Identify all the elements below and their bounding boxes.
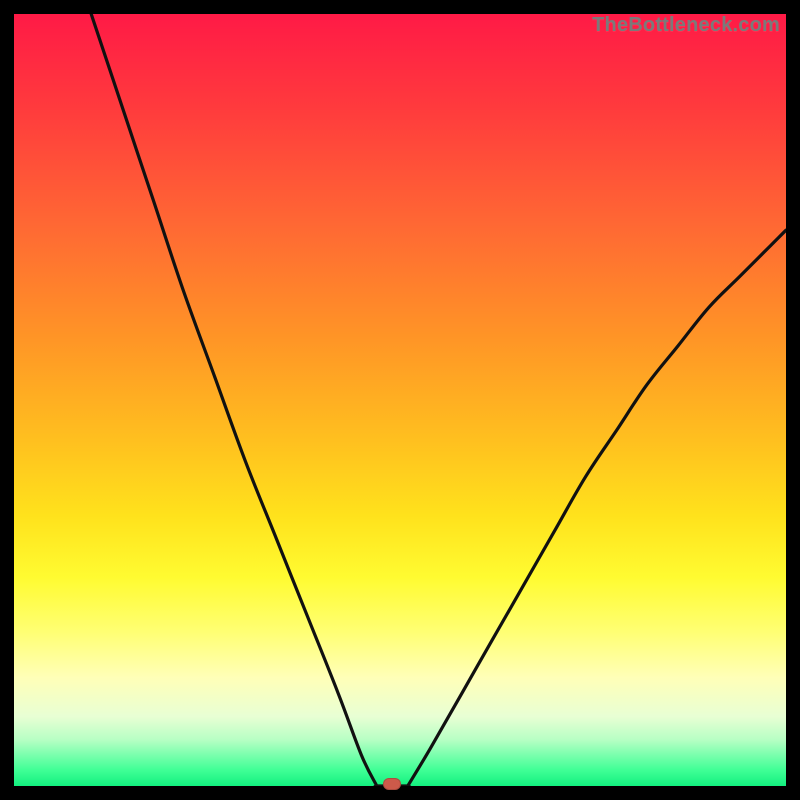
optimum-marker — [383, 778, 401, 790]
bottleneck-curve — [14, 14, 786, 786]
chart-frame: TheBottleneck.com — [14, 14, 786, 786]
curve-path — [91, 14, 786, 786]
plot-area — [14, 14, 786, 786]
watermark-text: TheBottleneck.com — [592, 14, 780, 37]
